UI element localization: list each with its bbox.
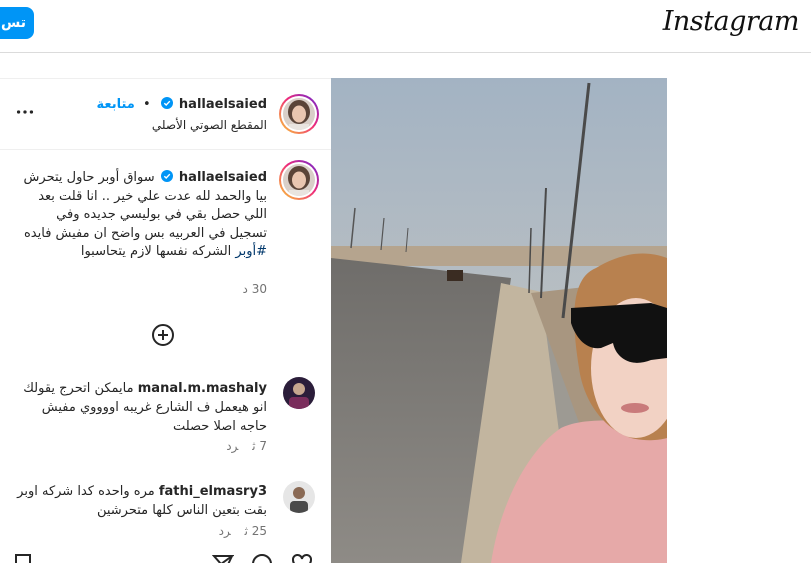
plus-circle-icon[interactable]	[151, 323, 175, 347]
bookmark-icon[interactable]	[12, 553, 34, 563]
post-action-bar	[0, 551, 331, 563]
send-icon[interactable]	[212, 553, 234, 563]
instagram-logo[interactable]: Instagram	[663, 6, 800, 37]
reply-button[interactable]: رد	[226, 439, 238, 453]
comment-username[interactable]: fathi_elmasry3	[159, 484, 267, 499]
comment-timestamp[interactable]: 25 ث	[245, 524, 267, 538]
comment-2: fathi_elmasry3 مره واحده كدا شركه اوبر ب…	[12, 482, 267, 520]
post-panel: hallaelsaied • متابعة المقطع الصوتي الأص…	[0, 78, 331, 563]
caption-author-avatar[interactable]	[279, 160, 319, 200]
comment-username[interactable]: manal.m.mashaly	[138, 381, 267, 396]
separator-dot: •	[142, 97, 151, 112]
verified-badge-icon	[160, 97, 173, 109]
comment-1-meta: 7 ث رد	[226, 439, 267, 453]
post-caption: hallaelsaied سواق أوبر حاول يتحرش بيا وا…	[17, 169, 267, 262]
commenter-avatar[interactable]	[283, 377, 315, 409]
post-photo[interactable]	[331, 78, 667, 563]
caption-text-tail: الشركه نفسها لازم يتحاسبوا	[80, 244, 236, 259]
more-horizontal-icon[interactable]	[14, 101, 36, 123]
caption-hashtag-link[interactable]: #أوبر	[235, 244, 267, 259]
reply-button[interactable]: رد	[219, 524, 231, 538]
post-header: hallaelsaied • متابعة المقطع الصوتي الأص…	[0, 79, 331, 150]
post-photo-image	[331, 78, 667, 563]
post-header-title: hallaelsaied • متابعة	[96, 97, 267, 112]
original-audio-link[interactable]: المقطع الصوتي الأصلي	[152, 118, 267, 132]
signup-button[interactable]: تس	[0, 7, 34, 39]
caption-timestamp[interactable]: 30 د	[243, 282, 267, 296]
heart-icon[interactable]	[291, 553, 313, 563]
commenter-avatar[interactable]	[283, 481, 315, 513]
caption-username[interactable]: hallaelsaied	[179, 170, 267, 185]
comment-icon[interactable]	[251, 553, 273, 563]
author-avatar-image	[283, 98, 315, 132]
comment-1: manal.m.mashaly مايمكن اتحرج يقولك انو ه…	[12, 379, 267, 436]
comment-2-meta: 25 ث رد	[219, 524, 267, 538]
author-avatar[interactable]	[279, 94, 319, 134]
caption-author-avatar-image	[283, 164, 315, 198]
author-username[interactable]: hallaelsaied	[179, 97, 267, 112]
verified-badge-icon	[160, 170, 173, 182]
comment-timestamp[interactable]: 7 ث	[252, 439, 267, 453]
follow-button[interactable]: متابعة	[96, 97, 134, 112]
top-navigation-bar: تس Instagram	[0, 0, 811, 53]
